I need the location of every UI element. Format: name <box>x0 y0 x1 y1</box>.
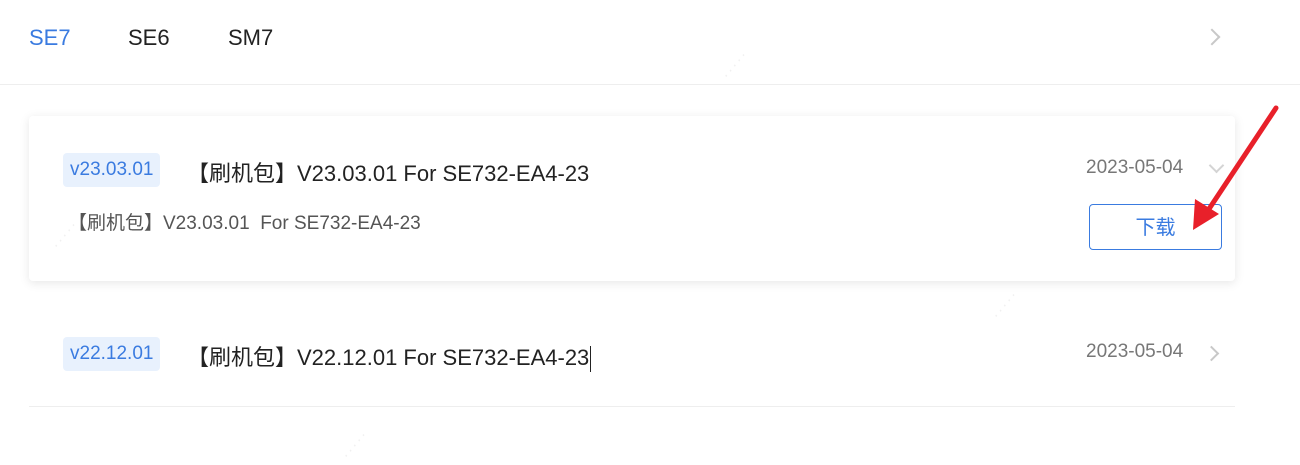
tab-se6[interactable]: SE6 <box>128 25 170 51</box>
release-description: 【刷机包】V23.03.01 For SE732-EA4-23 <box>68 213 421 234</box>
release-date: 2023-05-04 <box>1086 341 1184 362</box>
release-date: 2023-05-04 <box>1086 157 1184 178</box>
release-title[interactable]: 【刷机包】V22.12.01 For SE732-EA4-23 <box>187 345 589 370</box>
release-title[interactable]: 【刷机包】V23.03.01 For SE732-EA4-23 <box>187 156 589 188</box>
watermark: · · · · · <box>340 430 370 462</box>
download-button[interactable]: 下载 <box>1089 204 1222 250</box>
model-tabs: SE7 SE6 SM7 <box>0 0 1300 85</box>
text-cursor <box>590 346 592 373</box>
chevron-down-icon[interactable] <box>1208 157 1225 174</box>
tabs-more-chevron-right-icon[interactable] <box>1203 28 1221 46</box>
chevron-right-icon[interactable] <box>1203 345 1220 362</box>
version-badge: v23.03.01 <box>63 153 161 187</box>
page: SE7 SE6 SM7 v23.03.01 【刷机包】V23.03.01 For… <box>0 0 1300 465</box>
release-row-collapsed[interactable]: v22.12.01 【刷机包】V22.12.01 For SE732-EA4-2… <box>29 312 1235 407</box>
release-title-wrap: 【刷机包】V22.12.01 For SE732-EA4-23 <box>187 340 592 373</box>
tab-se7[interactable]: SE7 <box>29 25 71 51</box>
tab-sm7[interactable]: SM7 <box>228 25 273 51</box>
version-badge: v22.12.01 <box>63 337 161 371</box>
release-card-expanded: v23.03.01 【刷机包】V23.03.01 For SE732-EA4-2… <box>29 116 1235 281</box>
